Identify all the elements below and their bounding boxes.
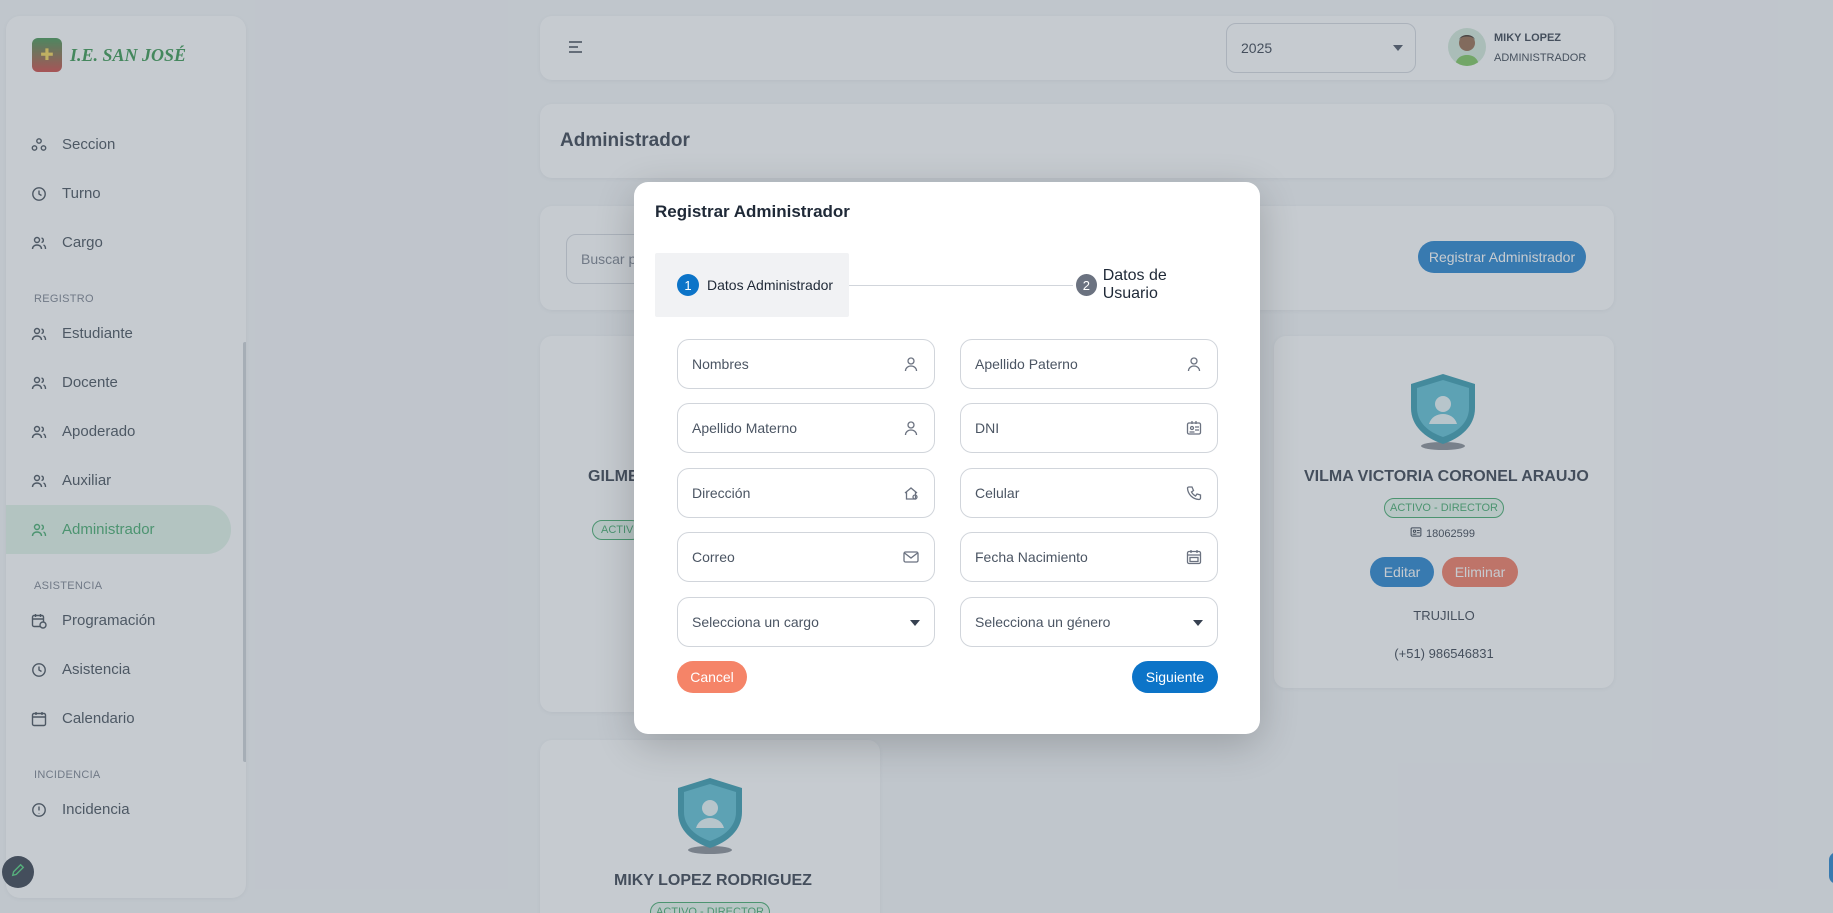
chevron-down-icon <box>910 620 920 626</box>
field-placeholder: Fecha Nacimiento <box>975 549 1088 565</box>
home-icon <box>902 484 920 502</box>
step-number: 1 <box>677 274 699 296</box>
step-connector <box>849 285 1073 286</box>
field-placeholder: Apellido Paterno <box>975 356 1078 372</box>
stepper: 1 Datos Administrador 2 Datos de Usuario <box>655 253 1219 317</box>
step-label: Datos de Usuario <box>1102 267 1167 302</box>
step-datos-usuario[interactable]: 2 Datos de Usuario <box>1076 253 1219 317</box>
select-value: Selecciona un cargo <box>692 614 819 630</box>
register-admin-modal: Registrar Administrador 1 Datos Administ… <box>634 182 1260 734</box>
mail-icon <box>902 548 920 566</box>
apellido-paterno-field[interactable]: Apellido Paterno <box>960 339 1218 389</box>
field-placeholder: Apellido Materno <box>692 420 798 436</box>
modal-title: Registrar Administrador <box>655 202 850 221</box>
field-placeholder: Dirección <box>692 485 751 501</box>
phone-icon <box>1185 484 1203 502</box>
correo-field[interactable]: Correo <box>677 532 935 582</box>
next-button[interactable]: Siguiente <box>1132 661 1218 693</box>
celular-field[interactable]: Celular <box>960 468 1218 518</box>
field-placeholder: Celular <box>975 485 1020 501</box>
nombres-field[interactable]: Nombres <box>677 339 935 389</box>
calendar-icon <box>1185 548 1203 566</box>
genero-select[interactable]: Selecciona un género <box>960 597 1218 647</box>
cancel-button[interactable]: Cancel <box>677 661 747 693</box>
cargo-select[interactable]: Selecciona un cargo <box>677 597 935 647</box>
user-icon <box>1185 355 1203 373</box>
user-icon <box>902 355 920 373</box>
step-datos-administrador[interactable]: 1 Datos Administrador <box>655 253 849 317</box>
direccion-field[interactable]: Dirección <box>677 468 935 518</box>
select-value: Selecciona un género <box>975 614 1111 630</box>
chevron-down-icon <box>1193 620 1203 626</box>
field-placeholder: Nombres <box>692 356 749 372</box>
field-placeholder: DNI <box>975 420 1000 436</box>
field-placeholder: Correo <box>692 549 735 565</box>
step-number: 2 <box>1076 274 1097 296</box>
apellido-materno-field[interactable]: Apellido Materno <box>677 403 935 453</box>
dni-field[interactable]: DNI <box>960 403 1218 453</box>
step-label: Datos Administrador <box>707 277 834 293</box>
fecha-nacimiento-field[interactable]: Fecha Nacimiento <box>960 532 1218 582</box>
user-icon <box>902 419 920 437</box>
id-card-icon <box>1185 419 1203 437</box>
